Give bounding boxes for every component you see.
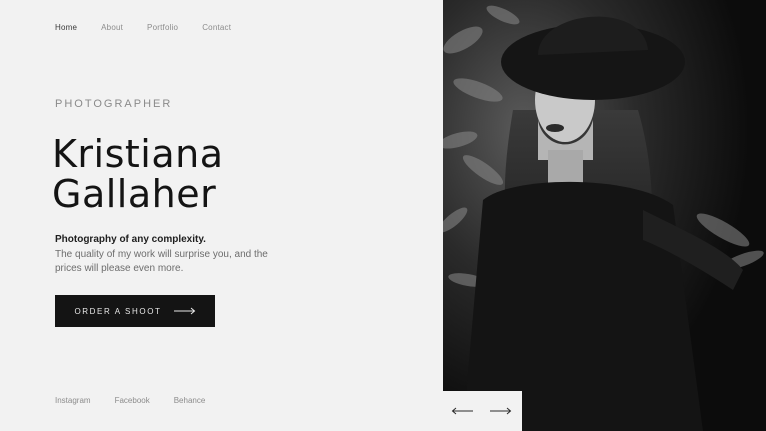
social-behance-link[interactable]: Behance	[174, 396, 206, 405]
hero-name: Kristiana Gallaher	[52, 134, 224, 214]
hero-photo	[443, 0, 766, 431]
portrait-image	[443, 0, 766, 431]
main-nav: Home About Portfolio Contact	[55, 23, 255, 32]
left-panel: Home About Portfolio Contact PHOTOGRAPHE…	[0, 0, 443, 431]
hero-eyebrow: PHOTOGRAPHER	[55, 98, 173, 110]
hero-description: The quality of my work will surprise you…	[55, 249, 268, 274]
arrow-right-icon	[173, 307, 196, 315]
hero-tagline: Photography of any complexity.	[55, 234, 206, 245]
arrow-left-icon[interactable]	[451, 405, 475, 417]
social-instagram-link[interactable]: Instagram	[55, 396, 91, 405]
nav-item-home[interactable]: Home	[55, 23, 77, 32]
arrow-right-icon[interactable]	[490, 405, 514, 417]
hero-name-line2: Gallaher	[52, 172, 217, 216]
slider-pager	[443, 391, 522, 431]
social-links: Instagram Facebook Behance	[55, 396, 229, 405]
nav-item-portfolio[interactable]: Portfolio	[147, 23, 178, 32]
order-shoot-button[interactable]: ORDER A SHOOT	[55, 295, 215, 327]
nav-item-about[interactable]: About	[101, 23, 123, 32]
nav-item-contact[interactable]: Contact	[202, 23, 231, 32]
order-shoot-label: ORDER A SHOOT	[74, 306, 162, 316]
social-facebook-link[interactable]: Facebook	[115, 396, 150, 405]
hero-name-line1: Kristiana	[52, 132, 224, 176]
